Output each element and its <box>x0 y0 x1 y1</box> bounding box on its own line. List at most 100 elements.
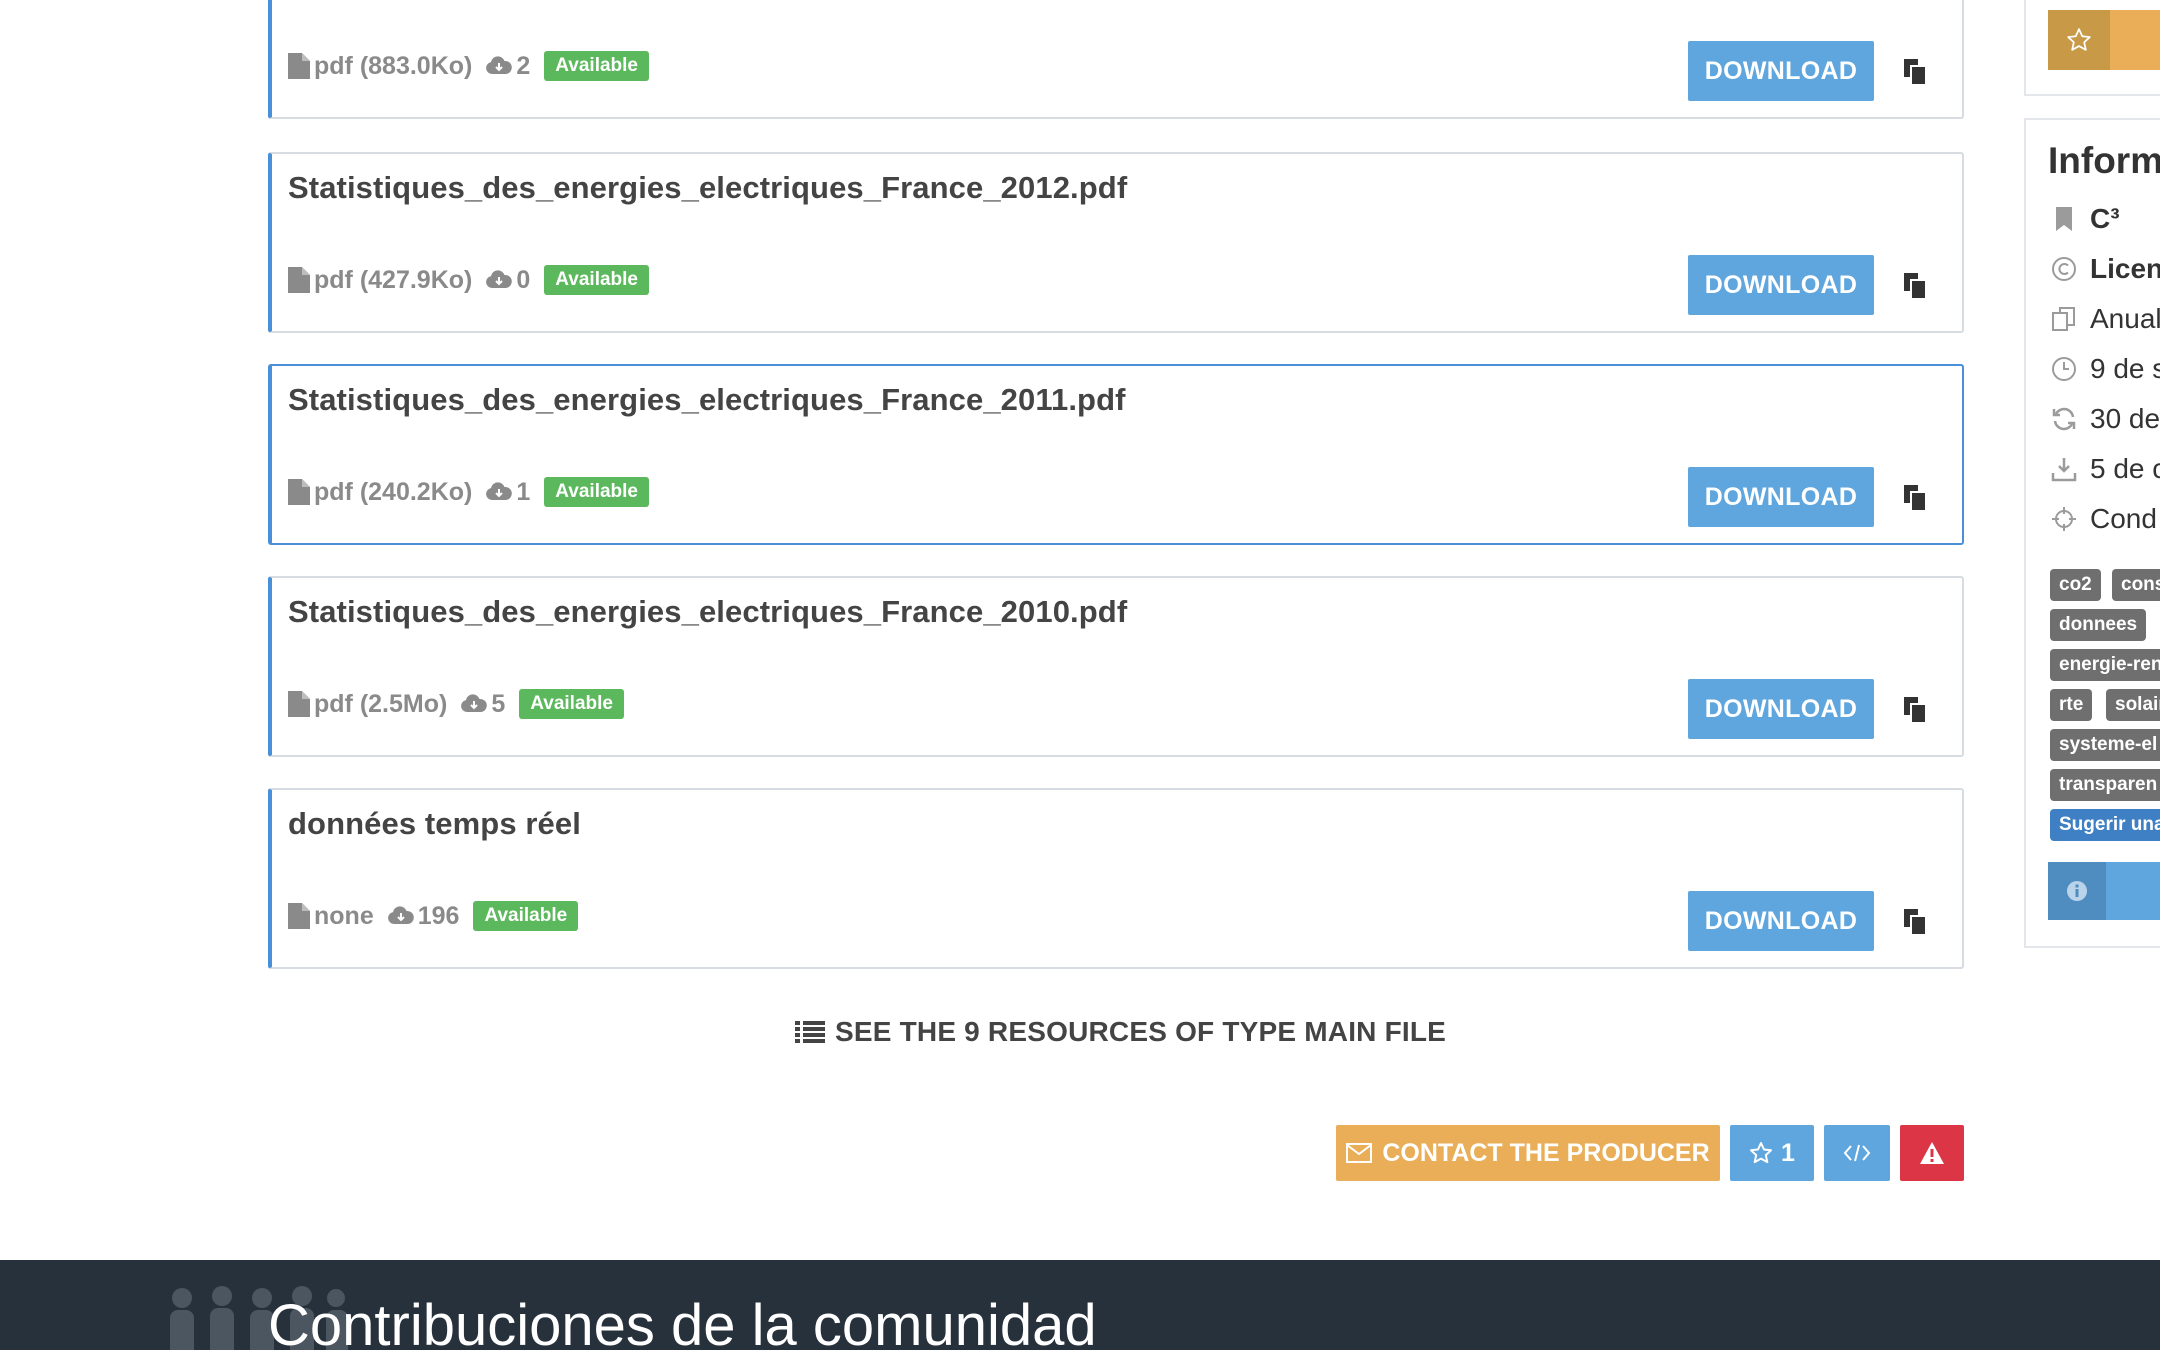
file-icon <box>288 903 310 929</box>
status-badge: Available <box>544 265 649 295</box>
sidebar-row-text: Cond <box>2090 503 2157 534</box>
resource-format: pdf (883.0Ko) <box>314 51 473 80</box>
download-count: 196 <box>417 901 460 930</box>
community-title: Contribuciones de la comunidad <box>268 1293 1097 1350</box>
star-icon <box>1750 1142 1773 1164</box>
sidebar-row-updated: 30 de <box>2050 403 2160 435</box>
envelope-icon <box>1346 1143 1373 1163</box>
sidebar-row-downloaded: 5 de c <box>2050 453 2160 485</box>
download-count: 5 <box>491 689 506 718</box>
download-button[interactable]: DOWNLOAD <box>1688 467 1874 527</box>
star-count: 1 <box>1781 1138 1795 1167</box>
resource-meta: pdf (427.9Ko) 0 Available <box>288 263 649 297</box>
sidebar-row-text: Anual <box>2090 303 2160 334</box>
resource-card[interactable]: Statistiques_des_energies_electriques_Fr… <box>268 364 1964 545</box>
tag-co2[interactable]: co2 <box>2050 569 2101 601</box>
community-section: Contribuciones de la comunidad <box>0 1260 2160 1350</box>
resource-card[interactable]: pdf (883.0Ko) 2 Available DOWNLOAD <box>268 0 1964 119</box>
resource-format: pdf (427.9Ko) <box>314 265 473 294</box>
sidebar-row-text: 9 de s <box>2090 353 2160 384</box>
refresh-icon <box>2052 407 2076 431</box>
sidebar-info-button[interactable] <box>2048 862 2106 920</box>
download-button[interactable]: DOWNLOAD <box>1688 255 1874 315</box>
copy-link-icon[interactable] <box>1902 696 1930 724</box>
copy-link-icon[interactable] <box>1902 484 1930 512</box>
info-icon <box>2067 881 2087 901</box>
status-badge: Available <box>473 901 579 931</box>
resource-title[interactable]: données temps réel <box>288 806 581 842</box>
copy-link-icon[interactable] <box>1902 272 1930 300</box>
file-icon <box>288 479 310 505</box>
tag-transparen[interactable]: transparen <box>2050 769 2160 801</box>
cloud-download-icon <box>387 906 414 924</box>
cloud-download-icon <box>486 482 513 500</box>
star-button[interactable]: 1 <box>1730 1125 1814 1181</box>
download-count: 0 <box>516 265 531 294</box>
resource-format: pdf (2.5Mo) <box>314 689 448 718</box>
cloud-download-icon <box>486 56 513 74</box>
tag-cons[interactable]: cons <box>2112 569 2160 601</box>
report-button[interactable] <box>1900 1125 1964 1181</box>
resource-card[interactable]: Statistiques_des_energies_electriques_Fr… <box>268 576 1964 757</box>
status-badge: Available <box>544 477 649 507</box>
resource-title[interactable]: Statistiques_des_energies_electriques_Fr… <box>288 170 1127 206</box>
download-tray-icon <box>2051 458 2077 482</box>
download-button[interactable]: DOWNLOAD <box>1688 41 1874 101</box>
suggest-tag-button[interactable]: Sugerir una <box>2050 809 2160 841</box>
sidebar-row-created: 9 de s <box>2050 353 2160 385</box>
tag-solaire[interactable]: solaire <box>2106 689 2160 721</box>
copy-icon <box>2052 307 2075 331</box>
file-icon <box>288 691 310 717</box>
download-count: 1 <box>516 477 531 506</box>
resource-meta: none 196 Available <box>288 899 579 933</box>
embed-code-button[interactable] <box>1824 1125 1890 1181</box>
tag-energie-ren[interactable]: energie-ren <box>2050 649 2160 681</box>
status-badge: Available <box>519 689 624 719</box>
tag-donnees[interactable]: donnees <box>2050 609 2147 641</box>
contact-label: CONTACT THE PRODUCER <box>1382 1138 1710 1167</box>
resource-meta: pdf (240.2Ko) 1 Available <box>288 475 649 509</box>
sidebar-favorite-button[interactable] <box>2048 10 2110 70</box>
sidebar-row-text: 30 de <box>2090 403 2160 434</box>
resource-meta: pdf (883.0Ko) 2 Available <box>288 49 649 83</box>
resource-format: none <box>314 901 374 930</box>
resource-format: pdf (240.2Ko) <box>314 477 473 506</box>
copy-link-icon[interactable] <box>1902 58 1930 86</box>
download-count: 2 <box>516 51 531 80</box>
cloud-download-icon <box>461 694 488 712</box>
crosshair-icon <box>2052 507 2076 531</box>
tag-rte[interactable]: rte <box>2050 689 2093 721</box>
sidebar-secondary-button[interactable] <box>2106 862 2160 920</box>
resource-card[interactable]: Statistiques_des_energies_electriques_Fr… <box>268 152 1964 333</box>
see-all-label: SEE THE 9 RESOURCES OF TYPE MAIN FILE <box>835 1016 1447 1047</box>
sidebar-follow-button[interactable] <box>2110 10 2160 70</box>
sidebar-row-text[interactable]: Licen <box>2090 253 2160 285</box>
download-button[interactable]: DOWNLOAD <box>1688 891 1874 951</box>
copy-link-icon[interactable] <box>1902 908 1930 936</box>
sidebar-row-license: Licen <box>2050 253 2160 285</box>
sidebar-row-producer: C³ <box>2050 203 2120 235</box>
bookmark-icon <box>2056 207 2072 231</box>
clock-icon <box>2052 357 2076 381</box>
cloud-download-icon <box>486 270 513 288</box>
status-badge: Available <box>544 51 649 81</box>
resource-meta: pdf (2.5Mo) 5 Available <box>288 687 624 721</box>
sidebar-row-frequency: Anual <box>2050 303 2160 335</box>
file-icon <box>288 53 310 79</box>
resource-card[interactable]: données temps réel none 196 Available DO… <box>268 788 1964 969</box>
code-icon <box>1843 1144 1871 1162</box>
resource-title[interactable]: Statistiques_des_energies_electriques_Fr… <box>288 594 1127 630</box>
tag-systeme-el[interactable]: systeme-el <box>2050 729 2160 761</box>
see-all-resources-link[interactable]: SEE THE 9 RESOURCES OF TYPE MAIN FILE <box>795 1012 1446 1052</box>
sidebar-row-coverage: Cond <box>2050 503 2157 535</box>
resource-title[interactable]: Statistiques_des_energies_electriques_Fr… <box>288 382 1126 418</box>
file-icon <box>288 267 310 293</box>
warning-icon <box>1920 1142 1944 1164</box>
sidebar-heading: Inform <box>2048 140 2160 181</box>
copyright-icon <box>2052 257 2076 281</box>
sidebar-row-text: 5 de c <box>2090 453 2160 484</box>
contact-producer-button[interactable]: CONTACT THE PRODUCER <box>1336 1125 1720 1181</box>
list-icon <box>795 1021 825 1043</box>
sidebar-row-text[interactable]: C³ <box>2090 203 2120 235</box>
download-button[interactable]: DOWNLOAD <box>1688 679 1874 739</box>
